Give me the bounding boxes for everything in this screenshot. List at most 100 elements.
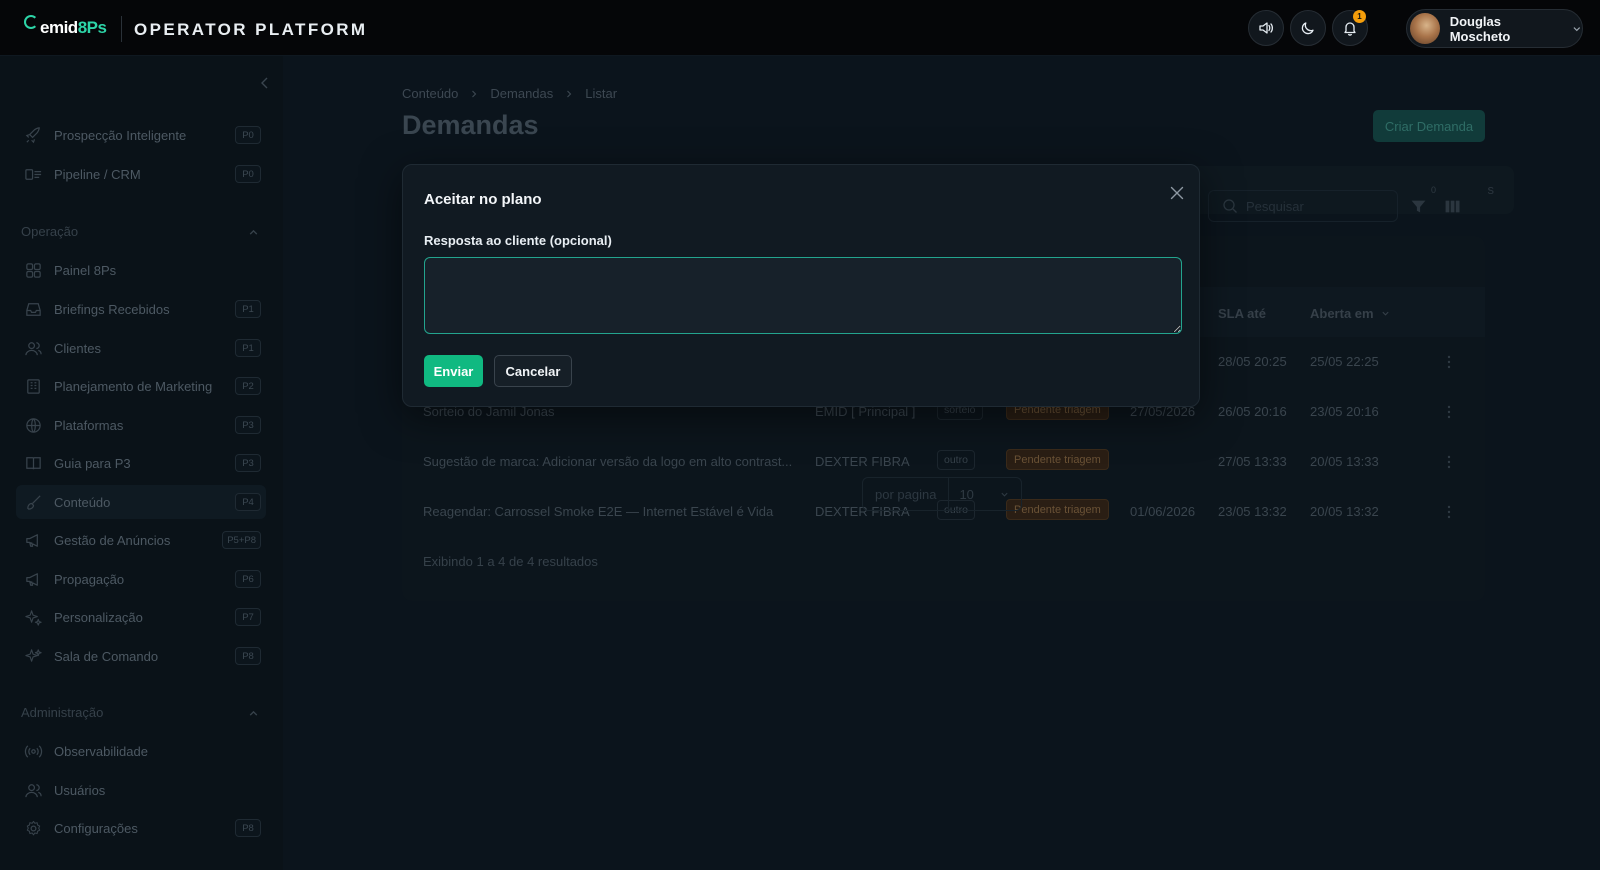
notification-count-badge: 1: [1353, 10, 1366, 23]
sidebar-item-planejamento[interactable]: Planejamento de Marketing P2: [16, 369, 266, 403]
search-field[interactable]: [1208, 190, 1398, 222]
sidebar-item-label: Guia para P3: [54, 455, 131, 471]
sound-button[interactable]: [1248, 10, 1284, 46]
sidebar-item-sala-comando[interactable]: Sala de Comando P8: [16, 639, 266, 673]
sidebar-item-guia[interactable]: Guia para P3 P3: [16, 446, 266, 480]
sidebar-item-badge: P0: [235, 165, 261, 183]
search-icon: [1223, 199, 1237, 213]
sla-cell: 26/05 20:16: [1218, 404, 1287, 419]
theme-toggle-button[interactable]: [1290, 10, 1326, 46]
top-bar: emid8Ps OPERATOR PLATFORM 1 Douglas Mosc…: [0, 0, 1600, 56]
users-icon: [22, 337, 44, 359]
opened-cell: 20/05 13:32: [1310, 504, 1379, 519]
column-header-opened[interactable]: Aberta em: [1310, 306, 1390, 321]
sidebar-item-prospeccao[interactable]: Prospecção Inteligente P0: [16, 118, 266, 152]
sidebar-item-label: Pipeline / CRM: [54, 166, 141, 182]
chevron-down-icon: [1381, 311, 1389, 316]
sla-cell: 23/05 13:32: [1218, 504, 1287, 519]
sidebar-item-label: Personalização: [54, 609, 143, 625]
sidebar-item-badge: P1: [235, 300, 261, 318]
sidebar-item-badge: P5+P8: [222, 531, 261, 549]
per-page-select[interactable]: por pagina 10: [862, 477, 1022, 511]
title-cell[interactable]: Reagendar: Carrossel Smoke E2E — Interne…: [423, 504, 773, 519]
sidebar-item-label: Configurações: [54, 820, 138, 836]
sidebar-item-anuncios[interactable]: Gestão de Anúncios P5+P8: [16, 523, 266, 557]
chevron-up-icon[interactable]: [248, 227, 259, 238]
sidebar-item-label: Gestão de Anúncios: [54, 532, 171, 548]
app-logo[interactable]: emid8Ps: [24, 14, 107, 42]
logo-text: emid: [40, 18, 78, 37]
breadcrumb: Conteúdo Demandas Listar: [402, 86, 617, 101]
sidebar-item-badge: P8: [235, 647, 261, 665]
logo-accent-text: 8Ps: [77, 18, 107, 37]
sidebar-item-badge: P2: [235, 377, 261, 395]
response-field-label: Resposta ao cliente (opcional): [424, 233, 612, 248]
speaker-icon: [1259, 22, 1273, 34]
notifications-button[interactable]: 1: [1332, 10, 1368, 46]
sidebar-item-label: Briefings Recebidos: [54, 301, 170, 317]
grid-icon: [22, 259, 44, 281]
sidebar: Prospecção Inteligente P0 Pipeline / CRM…: [0, 56, 283, 870]
row-actions-icon[interactable]: [1447, 455, 1451, 469]
rocket-icon: [22, 124, 44, 146]
breadcrumb-item: Listar: [585, 86, 618, 101]
create-demand-button[interactable]: Criar Demanda: [1373, 110, 1485, 142]
row-actions-icon[interactable]: [1447, 355, 1451, 369]
sidebar-item-label: Propagação: [54, 571, 125, 587]
opened-cell: 20/05 13:33: [1310, 454, 1379, 469]
sidebar-item-propagacao[interactable]: Propagação P6: [16, 562, 266, 596]
logo-mark-icon: [24, 15, 38, 29]
sidebar-item-label: Conteúdo: [54, 494, 111, 510]
sidebar-item-label: Plataformas: [54, 417, 124, 433]
pipeline-icon: [22, 163, 44, 185]
broadcast-icon: [22, 740, 44, 762]
breadcrumb-item[interactable]: Conteúdo: [402, 86, 458, 101]
sla-cell: 28/05 20:25: [1218, 354, 1287, 369]
chevron-down-icon: [1001, 492, 1008, 497]
sidebar-item-badge: P4: [235, 493, 261, 511]
chevron-up-icon[interactable]: [248, 708, 259, 719]
section-title-operacao: Operação: [21, 224, 79, 239]
bell-icon: [1344, 22, 1356, 36]
building-icon: [22, 375, 44, 397]
sidebar-item-label: Prospecção Inteligente: [54, 127, 187, 143]
tab-label[interactable]: s: [1488, 182, 1495, 197]
opened-cell: 25/05 22:25: [1310, 354, 1379, 369]
column-header-sla[interactable]: SLA até: [1218, 306, 1266, 321]
gear-icon: [22, 817, 44, 839]
sidebar-item-personalizacao[interactable]: Personalização P7: [16, 600, 266, 634]
row-actions-icon[interactable]: [1447, 505, 1451, 519]
search-input[interactable]: [1246, 198, 1386, 214]
sidebar-item-conteudo[interactable]: Conteúdo P4: [16, 485, 266, 519]
sidebar-item-clientes[interactable]: Clientes P1: [16, 331, 266, 365]
opened-cell: 23/05 20:16: [1310, 404, 1379, 419]
chevron-right-icon: [472, 90, 477, 97]
sidebar-item-usuarios[interactable]: Usuários: [16, 773, 266, 807]
sidebar-item-badge: P6: [235, 570, 261, 588]
sidebar-item-plataformas[interactable]: Plataformas P3: [16, 408, 266, 442]
per-page-label: por pagina: [875, 486, 937, 502]
filter-icon[interactable]: [1410, 198, 1427, 215]
sidebar-item-badge: P8: [235, 819, 261, 837]
chevron-right-icon: [567, 90, 572, 97]
breadcrumb-item[interactable]: Demandas: [490, 86, 553, 101]
columns-icon[interactable]: [1444, 198, 1461, 215]
sidebar-item-observabilidade[interactable]: Observabilidade: [16, 734, 266, 768]
sidebar-item-label: Observabilidade: [54, 743, 148, 759]
row-actions-icon[interactable]: [1447, 405, 1451, 419]
response-textarea[interactable]: [424, 257, 1182, 334]
sidebar-item-briefings[interactable]: Briefings Recebidos P1: [16, 292, 266, 326]
user-menu[interactable]: Douglas Moscheto: [1406, 9, 1583, 48]
cancel-button[interactable]: Cancelar: [494, 355, 572, 387]
title-cell[interactable]: Sugestão de marca: Adicionar versão da l…: [423, 454, 792, 469]
sla-cell: 27/05 13:33: [1218, 454, 1287, 469]
sidebar-item-pipeline[interactable]: Pipeline / CRM P0: [16, 157, 266, 191]
sidebar-item-badge: P3: [235, 416, 261, 434]
sidebar-item-configuracoes[interactable]: Configurações P8: [16, 811, 266, 845]
sidebar-item-painel[interactable]: Painel 8Ps: [16, 253, 266, 287]
close-icon[interactable]: [1169, 185, 1185, 201]
send-button[interactable]: Enviar: [424, 355, 483, 387]
collapse-sidebar-icon[interactable]: [258, 76, 272, 90]
sidebar-item-badge: P7: [235, 608, 261, 626]
megaphone-icon: [22, 529, 44, 551]
